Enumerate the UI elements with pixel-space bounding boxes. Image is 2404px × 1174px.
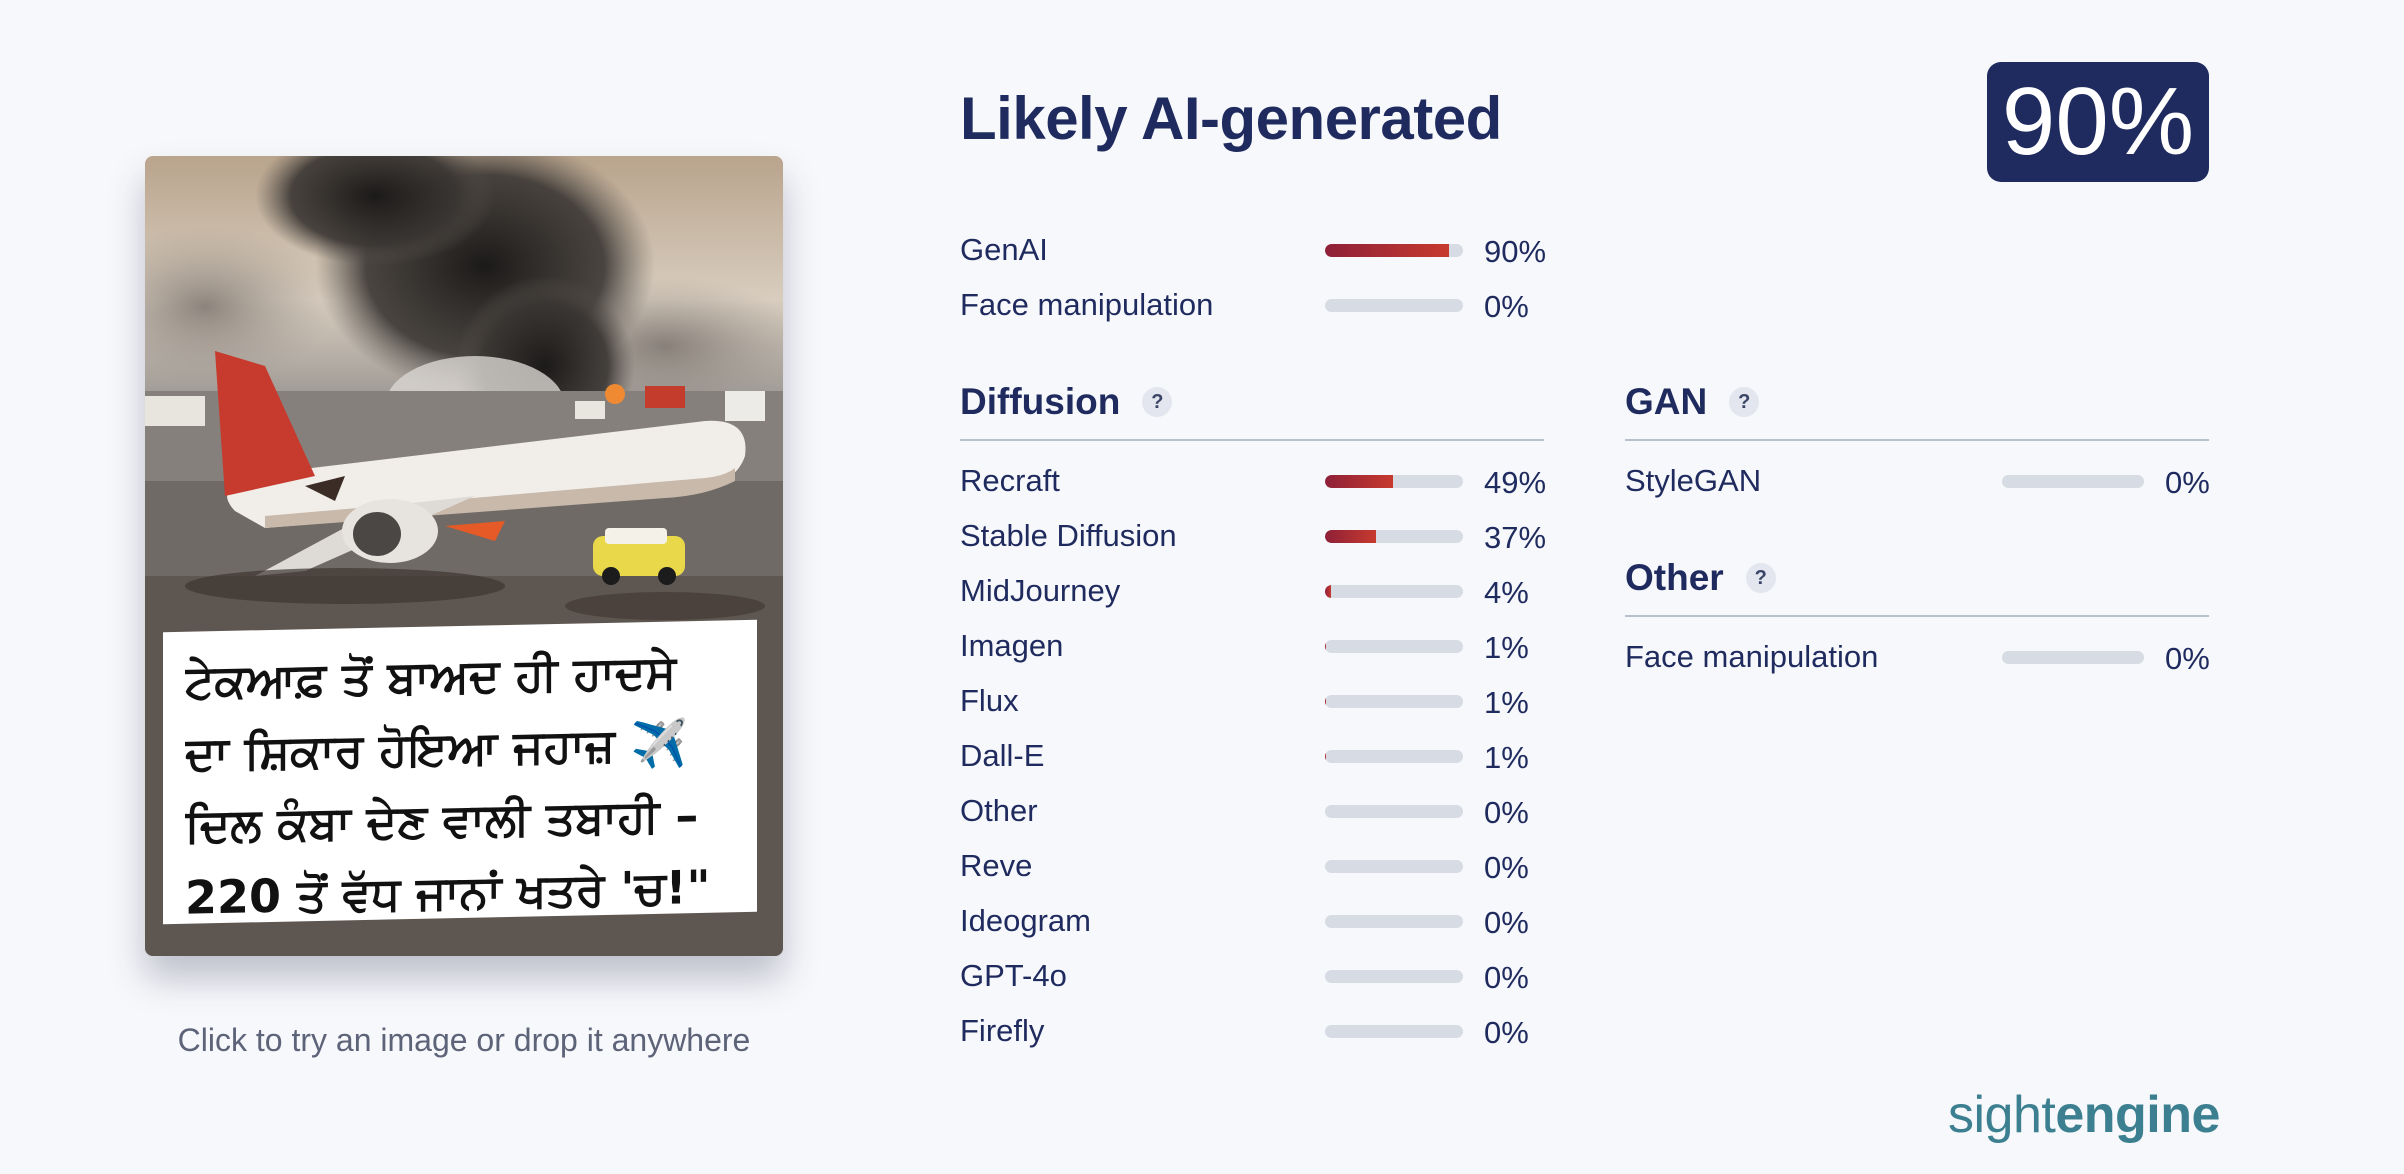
row-label: Face manipulation	[1625, 639, 1879, 674]
diffusion-row: Reve 0%	[960, 846, 1550, 886]
caption-line: ਦਿਲ ਕੰਬਾ ਦੇਣ ਵਾਲੀ ਤਬਾਹੀ –	[185, 788, 699, 853]
row-label: MidJourney	[960, 573, 1121, 608]
row-label: Ideogram	[960, 903, 1091, 938]
progress-track	[1325, 695, 1463, 708]
diffusion-row: Other 0%	[960, 791, 1550, 831]
gan-row-stylegan: StyleGAN 0%	[1625, 461, 2210, 501]
diffusion-section-header: Diffusion ?	[960, 381, 1544, 441]
progress-fill	[1325, 640, 1327, 653]
progress-track	[1325, 244, 1463, 257]
row-label: Flux	[960, 683, 1019, 718]
row-percent: 4%	[1484, 575, 1529, 610]
row-label: Dall-E	[960, 738, 1045, 773]
progress-fill	[1325, 585, 1331, 598]
sightengine-logo[interactable]: sightengine	[1948, 1085, 2220, 1145]
progress-track	[1325, 299, 1463, 312]
row-percent: 0%	[2165, 465, 2210, 500]
row-percent: 1%	[1484, 685, 1529, 720]
row-percent: 37%	[1484, 520, 1547, 555]
logo-light-text: sight	[1948, 1086, 2056, 1144]
diffusion-row: Flux 1%	[960, 681, 1550, 721]
diffusion-row: MidJourney 4%	[960, 571, 1550, 611]
help-icon[interactable]: ?	[1729, 387, 1760, 417]
progress-track	[2002, 475, 2144, 488]
row-label: StyleGAN	[1625, 463, 1762, 498]
diffusion-row: Dall-E 1%	[960, 736, 1550, 776]
progress-track	[1325, 530, 1463, 543]
row-label: Imagen	[960, 628, 1064, 663]
row-percent: 0%	[1484, 960, 1529, 995]
row-percent: 90%	[1484, 234, 1547, 269]
row-label: Recraft	[960, 463, 1060, 498]
progress-fill	[1325, 475, 1393, 488]
row-percent: 0%	[1484, 1015, 1529, 1050]
progress-track	[1325, 475, 1463, 488]
row-percent: 0%	[1484, 795, 1529, 830]
row-percent: 0%	[1484, 850, 1529, 885]
image-caption-overlay: ਟੇਕਆਫ਼ ਤੋਂ ਬਾਅਦ ਹੀ ਹਾਦਸੇ ਦਾ ਸ਼ਿਕਾਰ ਹੋਇਆ …	[163, 619, 757, 925]
diffusion-row: Ideogram 0%	[960, 901, 1550, 941]
gan-section-header: GAN ?	[1625, 381, 2209, 441]
diffusion-row: Firefly 0%	[960, 1011, 1550, 1051]
other-row-face-manipulation: Face manipulation 0%	[1625, 637, 2210, 677]
progress-track	[1325, 585, 1463, 598]
row-percent: 0%	[1484, 905, 1529, 940]
row-percent: 0%	[2165, 641, 2210, 676]
help-icon[interactable]: ?	[1745, 563, 1776, 593]
score-badge: 90%	[1987, 62, 2209, 182]
caption-line: 220 ਤੋਂ ਵੱਧ ਜਾਨਾਂ ਖਤਰੇ 'ਚ!"	[185, 859, 711, 925]
progress-track	[1325, 860, 1463, 873]
diffusion-row: GPT-4o 0%	[960, 956, 1550, 996]
progress-track	[1325, 970, 1463, 983]
row-label: GPT-4o	[960, 958, 1067, 993]
section-title: Other	[1625, 557, 1724, 598]
drop-hint-link[interactable]: Click to try an image or drop it anywher…	[145, 1022, 783, 1059]
row-percent: 1%	[1484, 630, 1529, 665]
verdict-title: Likely AI-generated	[960, 85, 1502, 152]
row-label: Face manipulation	[960, 287, 1214, 322]
section-title: Diffusion	[960, 381, 1121, 422]
progress-track	[2002, 651, 2144, 664]
progress-fill	[1325, 244, 1450, 257]
row-percent: 0%	[1484, 289, 1529, 324]
row-percent: 1%	[1484, 740, 1529, 775]
progress-track	[1325, 640, 1463, 653]
progress-fill	[1325, 750, 1327, 763]
progress-track	[1325, 805, 1463, 818]
caption-line: ਦਾ ਸ਼ਿਕਾਰ ਹੋਇਆ ਜਹਾਜ਼ ✈️	[185, 716, 689, 781]
summary-row-face-manipulation: Face manipulation 0%	[960, 285, 1550, 325]
row-label: GenAI	[960, 232, 1048, 267]
progress-track	[1325, 1025, 1463, 1038]
caption-line: ਟੇਕਆਫ਼ ਤੋਂ ਬਾਅਦ ਹੀ ਹਾਦਸੇ	[185, 644, 677, 709]
summary-row-genai: GenAI 90%	[960, 230, 1550, 270]
row-percent: 49%	[1484, 465, 1547, 500]
progress-fill	[1325, 530, 1377, 543]
other-section-header: Other ?	[1625, 557, 2209, 617]
row-label: Reve	[960, 848, 1033, 883]
progress-track	[1325, 750, 1463, 763]
diffusion-row: Recraft 49%	[960, 461, 1550, 501]
row-label: Stable Diffusion	[960, 518, 1177, 553]
diffusion-row: Stable Diffusion 37%	[960, 516, 1550, 556]
row-label: Firefly	[960, 1013, 1045, 1048]
progress-track	[1325, 915, 1463, 928]
uploaded-image[interactable]: ਟੇਕਆਫ਼ ਤੋਂ ਬਾਅਦ ਹੀ ਹਾਦਸੇ ਦਾ ਸ਼ਿਕਾਰ ਹੋਇਆ …	[145, 156, 783, 956]
logo-bold-text: engine	[2055, 1086, 2220, 1144]
section-title: GAN	[1625, 381, 1708, 422]
row-label: Other	[960, 793, 1038, 828]
diffusion-row: Imagen 1%	[960, 626, 1550, 666]
help-icon[interactable]: ?	[1142, 387, 1173, 417]
progress-fill	[1325, 695, 1327, 708]
